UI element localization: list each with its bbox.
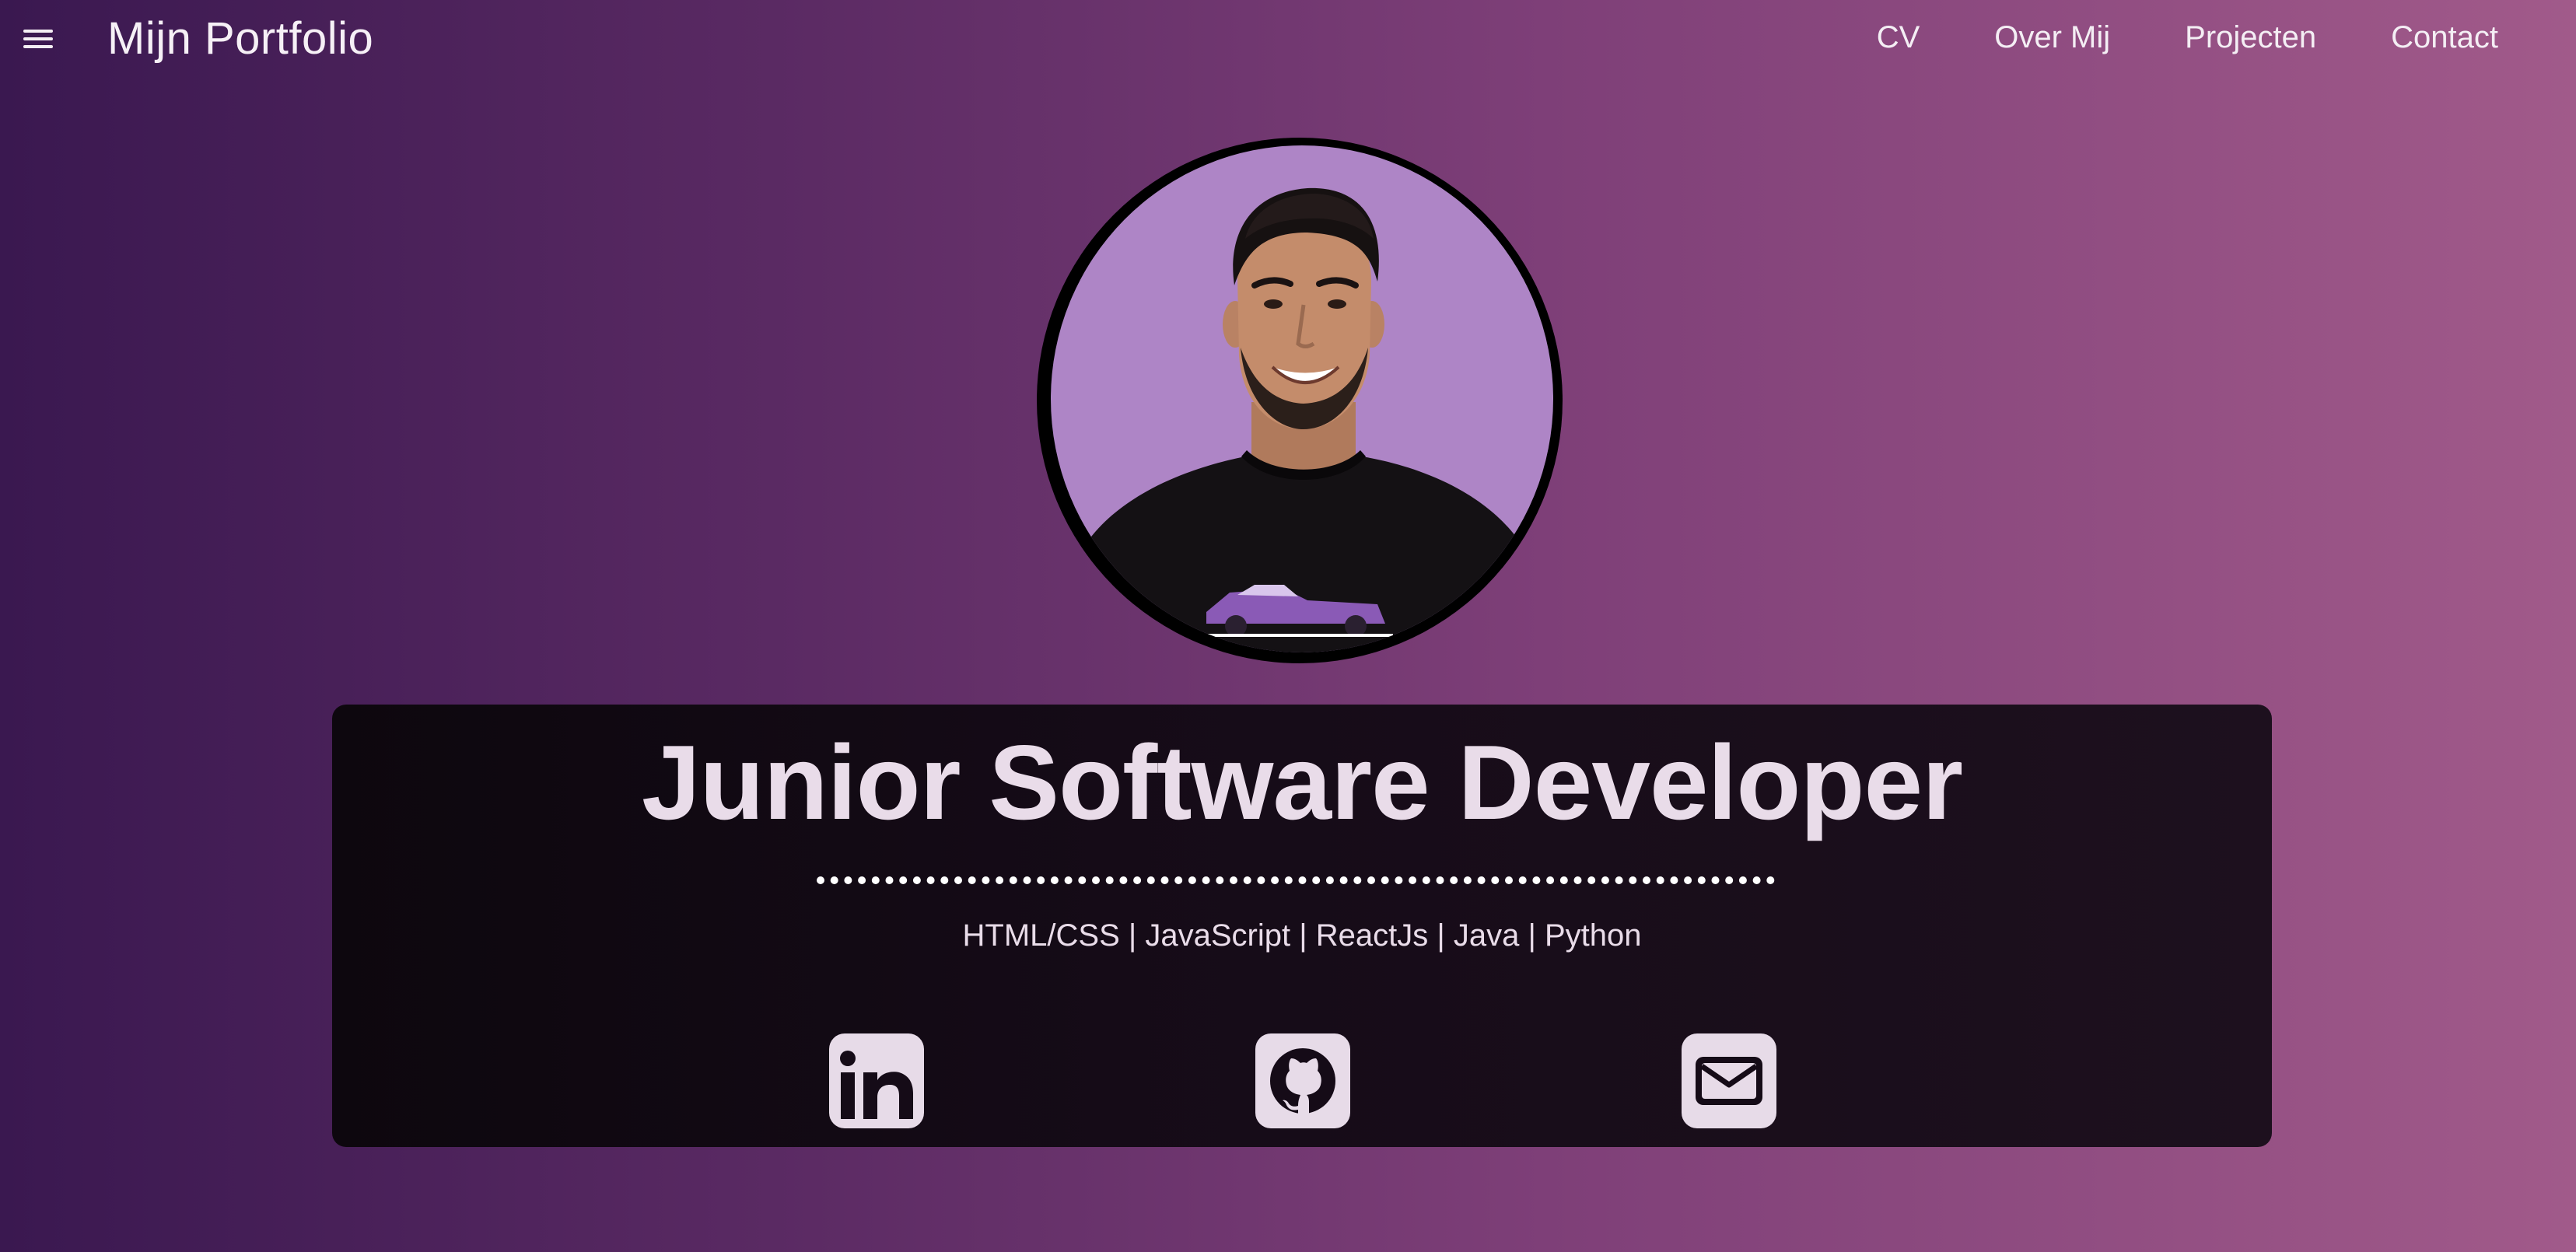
profile-photo [1051, 145, 1553, 652]
divider-dot [1573, 876, 1582, 884]
divider-dot [1133, 876, 1142, 884]
divider-dot [871, 876, 880, 884]
divider-dot [1188, 876, 1196, 884]
divider-dot [1160, 876, 1169, 884]
divider-dot [1752, 876, 1761, 884]
divider-dot [1105, 876, 1114, 884]
profile-avatar [1037, 138, 1563, 663]
skills-subtitle: HTML/CSS | JavaScript | ReactJs | Java |… [962, 918, 1642, 953]
divider-dot [1518, 876, 1527, 884]
divider-dot [1532, 876, 1541, 884]
divider-dot [1395, 876, 1403, 884]
divider-dot [1284, 876, 1293, 884]
divider-dot [1312, 876, 1321, 884]
divider-dot [1684, 876, 1692, 884]
divider-dot [1023, 876, 1031, 884]
divider-dot [1037, 876, 1045, 884]
divider-dot [982, 876, 990, 884]
divider-dot [1092, 876, 1100, 884]
divider-dot [1271, 876, 1279, 884]
divider-dot [858, 876, 866, 884]
divider-dot [1463, 876, 1472, 884]
page-title: Junior Software Developer [641, 723, 1963, 841]
divider-dot [926, 876, 935, 884]
divider-dot [1409, 876, 1417, 884]
divider-dot [1450, 876, 1458, 884]
divider-dot [1559, 876, 1568, 884]
divider-dot [1738, 876, 1747, 884]
divider-dot [817, 876, 824, 884]
divider-dot [1257, 876, 1265, 884]
linkedin-link[interactable] [829, 1033, 924, 1128]
divider-dot [1587, 876, 1596, 884]
divider-dot [1491, 876, 1500, 884]
github-link[interactable] [1255, 1033, 1350, 1128]
divider-dot [1477, 876, 1486, 884]
divider-dot [1711, 876, 1720, 884]
divider-dot [1725, 876, 1734, 884]
divider-dot [1050, 876, 1059, 884]
divider-dot [1353, 876, 1362, 884]
divider-dot [1298, 876, 1307, 884]
divider-dot [912, 876, 921, 884]
divider-dot [1230, 876, 1237, 884]
divider-dot [1766, 876, 1775, 884]
divider-dot [844, 876, 852, 884]
linkedin-icon [840, 1051, 913, 1119]
divider-dot [996, 876, 1004, 884]
divider-dot [1670, 876, 1678, 884]
nav-item-contact[interactable]: Contact [2391, 17, 2498, 58]
divider-dot [954, 876, 962, 884]
divider-dot [1325, 876, 1334, 884]
brand-title-link[interactable]: Mijn Portfolio [107, 12, 373, 65]
hamburger-menu-icon[interactable] [23, 26, 54, 50]
dotted-divider [817, 876, 1775, 884]
divider-dot [1064, 876, 1073, 884]
divider-dot [1505, 876, 1513, 884]
github-icon [1270, 1048, 1335, 1114]
divider-dot [1381, 876, 1389, 884]
intro-card: Junior Software Developer HTML/CSS | Jav… [332, 705, 2272, 1147]
top-navigation-bar: Mijn Portfolio CV Over Mij Projecten Con… [0, 0, 2576, 78]
divider-dot [1367, 876, 1375, 884]
divider-dot [1546, 876, 1555, 884]
divider-dot [1601, 876, 1609, 884]
divider-dot [1146, 876, 1155, 884]
divider-dot [940, 876, 949, 884]
divider-dot [1697, 876, 1706, 884]
divider-dot [1078, 876, 1087, 884]
divider-dot [1119, 876, 1128, 884]
email-link[interactable] [1682, 1033, 1776, 1128]
divider-dot [1202, 876, 1210, 884]
divider-dot [899, 876, 908, 884]
divider-dot [1643, 876, 1650, 884]
divider-dot [830, 876, 838, 884]
divider-dot [1615, 876, 1623, 884]
divider-dot [968, 876, 976, 884]
person-portrait-illustration [1051, 187, 1553, 652]
mail-icon [1696, 1057, 1762, 1105]
nav-item-over-mij[interactable]: Over Mij [1994, 17, 2110, 58]
menu-line [23, 45, 53, 48]
divider-dot [1656, 876, 1664, 884]
divider-dot [1339, 876, 1348, 884]
divider-dot [1174, 876, 1183, 884]
divider-dot [1216, 876, 1224, 884]
divider-dot [885, 876, 894, 884]
menu-line [23, 37, 53, 40]
divider-dot [1243, 876, 1251, 884]
main-nav: CV Over Mij Projecten Contact [1802, 17, 2498, 58]
menu-line [23, 30, 53, 33]
divider-dot [1009, 876, 1017, 884]
nav-item-cv[interactable]: CV [1877, 17, 1920, 58]
nav-item-projecten[interactable]: Projecten [2185, 17, 2316, 58]
divider-dot [1422, 876, 1430, 884]
divider-dot [1629, 876, 1637, 884]
divider-dot [1436, 876, 1444, 884]
